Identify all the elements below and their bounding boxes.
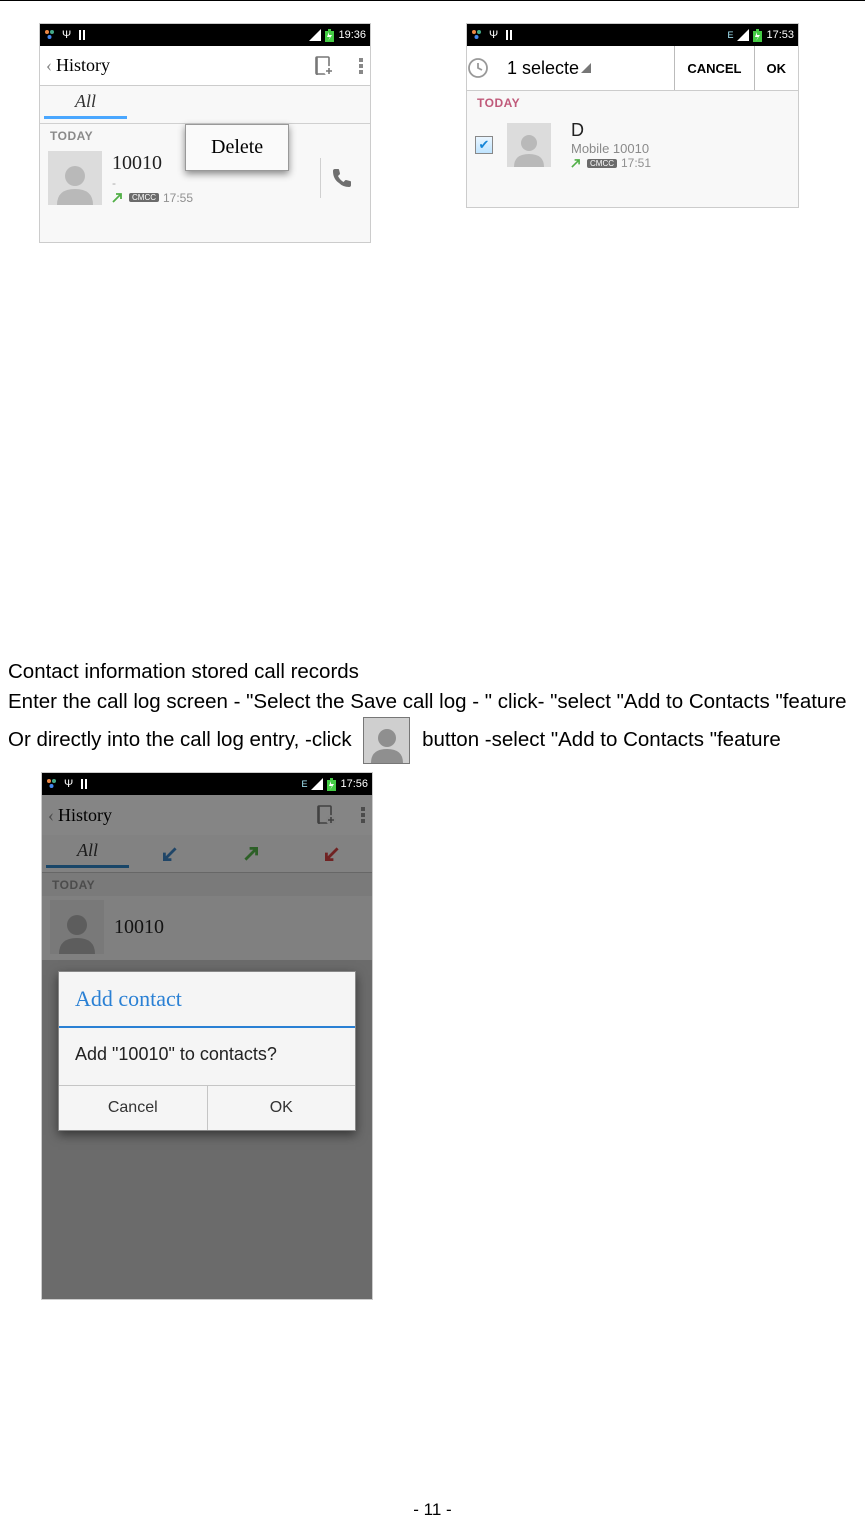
- outgoing-icon: [112, 193, 122, 203]
- instruction-fragment-b: button -select "Add to Contacts "feature: [422, 728, 781, 751]
- header-title: History: [58, 805, 316, 826]
- call-time: 17:55: [163, 191, 193, 205]
- contact-number: Mobile 10010: [571, 141, 790, 156]
- missed-icon: [325, 847, 339, 861]
- call-time: 17:51: [621, 156, 651, 170]
- signal-icon: [309, 29, 321, 41]
- status-bar: Ψ 19:36: [40, 24, 370, 46]
- top-phone-row: Ψ 19:36 ‹ History: [39, 23, 861, 243]
- instruction-line-2: Enter the call log screen - "Select the …: [8, 688, 849, 716]
- selection-count[interactable]: 1 selecte: [507, 58, 674, 79]
- selection-bar: 1 selecte CANCEL OK: [467, 46, 798, 91]
- carrier-badge: CMCC: [587, 159, 617, 168]
- contact-name: D: [571, 120, 790, 141]
- add-contact-dialog: Add contact Add "10010" to contacts? Can…: [58, 971, 356, 1131]
- overflow-icon: [360, 806, 366, 824]
- page-number: - 11 -: [0, 1500, 865, 1520]
- tabs-row: All: [42, 835, 372, 873]
- header-title: History: [56, 55, 314, 76]
- status-left-icons: Ψ: [44, 29, 87, 41]
- avatar-icon: [507, 123, 551, 167]
- battery-icon: [327, 778, 336, 791]
- instruction-line-1: Contact information stored call records: [8, 658, 849, 686]
- avatar-icon: [363, 717, 410, 764]
- debug-icon: [504, 29, 514, 41]
- context-menu-delete[interactable]: Delete: [185, 124, 289, 171]
- action-bar: ‹ History: [40, 46, 370, 86]
- dropdown-icon: [581, 63, 591, 73]
- document-page: Ψ 19:36 ‹ History: [0, 0, 865, 1530]
- instruction-fragment-a: Or directly into the call log entry, -cl…: [8, 728, 352, 751]
- dial-button[interactable]: [320, 158, 362, 198]
- battery-icon: [325, 29, 334, 42]
- row-info: D Mobile 10010 CMCC 17:51: [571, 120, 790, 170]
- tabs-row: All: [40, 86, 370, 124]
- carrier-badge: CMCC: [129, 193, 159, 202]
- phone-screenshot-history: Ψ 19:36 ‹ History: [39, 23, 371, 243]
- usb-icon: [44, 29, 56, 41]
- tab-all: All: [46, 840, 129, 868]
- usb-connected-icon: Ψ: [64, 778, 73, 790]
- back-icon: ‹: [48, 805, 54, 826]
- signal-icon: [737, 29, 749, 41]
- data-icon: E: [301, 779, 307, 789]
- back-icon[interactable]: ‹: [46, 55, 52, 76]
- ok-button[interactable]: OK: [754, 46, 799, 90]
- status-right-icons: E 17:56: [301, 778, 368, 791]
- status-time: 17:53: [766, 29, 794, 41]
- outgoing-icon: [571, 159, 580, 168]
- dimmed-background: ‹ History All: [42, 795, 372, 960]
- usb-connected-icon: Ψ: [489, 29, 498, 41]
- phone-screenshot-dialog: Ψ E 17:56: [41, 772, 373, 1300]
- usb-icon: [471, 29, 483, 41]
- status-left-icons: Ψ: [471, 29, 514, 41]
- instruction-line-3: Or directly into the call log entry, -cl…: [8, 717, 849, 764]
- call-number: 10010: [114, 916, 364, 939]
- incoming-icon: [163, 847, 177, 861]
- usb-connected-icon: Ψ: [62, 29, 71, 41]
- ok-button[interactable]: OK: [207, 1086, 356, 1130]
- clock-icon[interactable]: [467, 57, 507, 79]
- usb-icon: [46, 778, 58, 790]
- new-contact-icon[interactable]: [314, 56, 334, 76]
- filter-icons: [129, 847, 372, 861]
- action-bar: ‹ History: [42, 795, 372, 835]
- status-bar: Ψ E 17:56: [42, 773, 372, 795]
- tab-all[interactable]: All: [44, 91, 127, 119]
- instruction-text: Contact information stored call records …: [8, 658, 849, 764]
- cancel-button[interactable]: CANCEL: [674, 46, 753, 90]
- call-log-row: 10010: [42, 896, 372, 960]
- avatar-icon: [50, 900, 104, 954]
- new-contact-icon: [316, 805, 336, 825]
- status-right-icons: 19:36: [309, 29, 366, 42]
- outgoing-icon: [244, 847, 258, 861]
- data-icon: E: [727, 30, 733, 40]
- status-left-icons: Ψ: [46, 778, 89, 790]
- call-subline: CMCC 17:55: [112, 191, 320, 205]
- dialog-message: Add "10010" to contacts?: [59, 1028, 355, 1085]
- call-subline: CMCC 17:51: [571, 156, 790, 170]
- dialog-title: Add contact: [59, 972, 355, 1028]
- signal-icon: [311, 778, 323, 790]
- debug-icon: [77, 29, 87, 41]
- cancel-button[interactable]: Cancel: [59, 1086, 207, 1130]
- selectable-row[interactable]: ✔ D Mobile 10010 CMCC 17:51: [467, 114, 798, 176]
- section-today: TODAY: [467, 91, 798, 114]
- status-time: 17:56: [340, 778, 368, 790]
- status-time: 19:36: [338, 29, 366, 41]
- dialog-buttons: Cancel OK: [59, 1085, 355, 1130]
- debug-icon: [79, 778, 89, 790]
- overflow-icon[interactable]: [358, 57, 364, 75]
- phone-c-container: Ψ E 17:56: [41, 772, 861, 1300]
- status-right-icons: E 17:53: [727, 29, 794, 42]
- status-bar: Ψ E 17:53: [467, 24, 798, 46]
- selection-text: 1 selecte: [507, 58, 579, 79]
- call-info: 10010: [114, 916, 364, 939]
- section-today: TODAY: [42, 873, 372, 896]
- avatar-icon: [48, 151, 102, 205]
- phone-screenshot-selection: Ψ E 17:53: [466, 23, 799, 208]
- checkbox-checked[interactable]: ✔: [475, 136, 493, 154]
- battery-icon: [753, 29, 762, 42]
